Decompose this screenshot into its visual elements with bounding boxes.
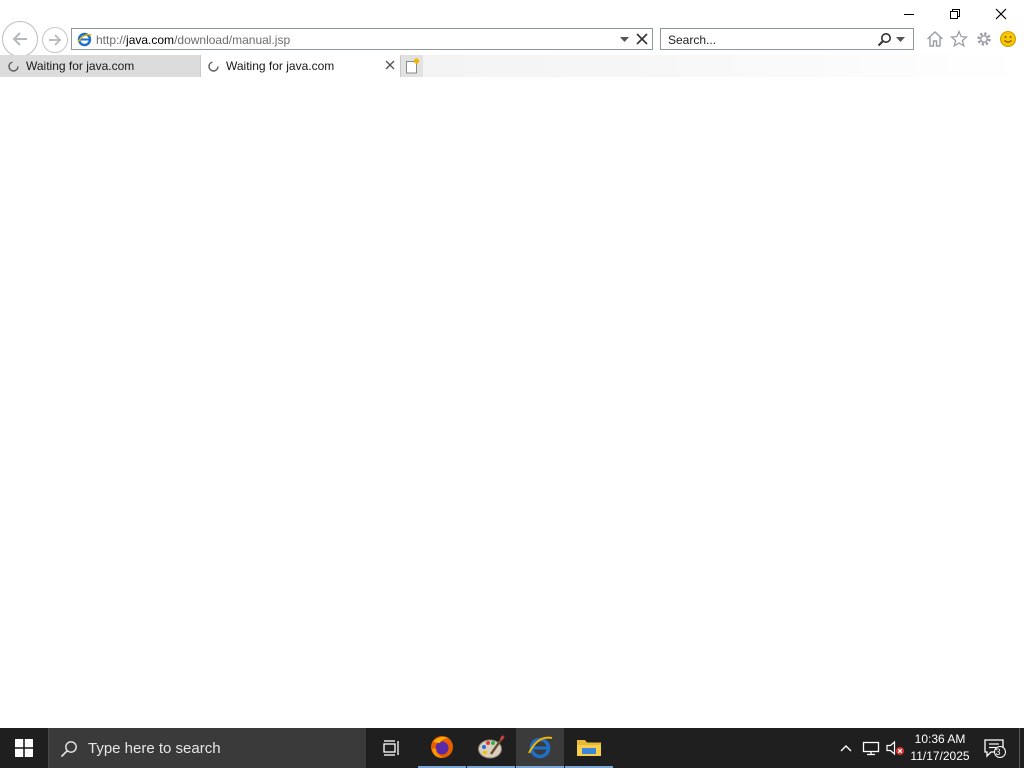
- tab-active[interactable]: Waiting for java.com: [201, 55, 401, 77]
- taskbar-app-paint[interactable]: [467, 728, 515, 768]
- task-view-button[interactable]: [368, 728, 416, 768]
- restore-button[interactable]: [932, 0, 978, 28]
- loading-spinner-icon: [8, 60, 19, 72]
- show-desktop-button[interactable]: [1019, 728, 1024, 768]
- address-path: /download/manual.jsp: [174, 33, 291, 47]
- task-view-icon: [383, 740, 399, 756]
- chevron-up-icon: [840, 745, 852, 752]
- minimize-button[interactable]: [886, 0, 932, 28]
- page-content-area[interactable]: [0, 77, 1024, 728]
- close-icon: [385, 60, 395, 70]
- search-dropdown-button[interactable]: [896, 37, 905, 43]
- forward-button[interactable]: [42, 27, 68, 53]
- ie-page-icon: [77, 32, 92, 47]
- restore-icon: [950, 9, 960, 19]
- network-button[interactable]: [860, 728, 882, 768]
- star-icon: [950, 30, 968, 48]
- new-tab-button[interactable]: [401, 55, 423, 77]
- tab-close-button[interactable]: [385, 60, 395, 70]
- show-hidden-icons-button[interactable]: [837, 728, 855, 768]
- firefox-icon: [431, 736, 453, 758]
- stop-x-icon: [636, 33, 648, 45]
- home-button[interactable]: [925, 29, 945, 49]
- taskbar-app-firefox[interactable]: [418, 728, 466, 768]
- address-bar[interactable]: http://java.com/download/manual.jsp: [71, 28, 653, 50]
- windows-logo-icon: [15, 739, 33, 757]
- volume-button[interactable]: [884, 728, 906, 768]
- action-center-button[interactable]: 3: [980, 728, 1010, 768]
- taskbar-app-internet-explorer[interactable]: [516, 728, 564, 768]
- chevron-down-icon: [896, 37, 905, 42]
- search-icon: [60, 741, 77, 758]
- favorites-button[interactable]: [949, 29, 969, 49]
- chevron-down-icon: [620, 37, 629, 42]
- close-icon: [995, 8, 1007, 20]
- search-button[interactable]: [877, 32, 892, 47]
- magnifier-icon: [877, 33, 891, 47]
- tools-button[interactable]: [974, 29, 994, 49]
- taskbar-clock[interactable]: 10:36 AM 11/17/2025: [906, 731, 974, 765]
- taskbar-search-box[interactable]: Type here to search: [48, 728, 366, 768]
- tab-label: Waiting for java.com: [26, 59, 135, 73]
- back-button[interactable]: [2, 21, 38, 57]
- back-arrow-icon: [12, 32, 27, 46]
- volume-muted-icon: [886, 740, 904, 756]
- forward-arrow-icon: [49, 34, 62, 46]
- loading-spinner-icon: [208, 60, 219, 72]
- smiley-icon: [1000, 31, 1016, 47]
- tab-label: Waiting for java.com: [226, 59, 335, 73]
- paint-palette-icon: [478, 735, 505, 759]
- new-tab-icon: [406, 58, 419, 74]
- start-button[interactable]: [0, 728, 48, 768]
- gear-icon: [977, 32, 991, 46]
- stop-button[interactable]: [636, 33, 648, 45]
- clock-time: 10:36 AM: [914, 732, 966, 746]
- clock-date: 11/17/2025: [910, 749, 970, 763]
- folder-icon: [577, 740, 601, 756]
- feedback-button[interactable]: [998, 29, 1018, 49]
- address-domain: java.com: [126, 33, 175, 47]
- network-icon: [862, 741, 880, 756]
- address-prefix: http://: [96, 33, 127, 47]
- taskbar: Type here to search 10:36 AM 11/17/2025 …: [0, 728, 1024, 768]
- home-icon: [927, 31, 943, 47]
- search-box[interactable]: Search...: [660, 28, 914, 50]
- minimize-icon: [904, 14, 914, 15]
- search-input[interactable]: Search...: [668, 33, 716, 47]
- internet-explorer-icon: [528, 736, 553, 759]
- close-button[interactable]: [978, 0, 1024, 28]
- taskbar-search-placeholder: Type here to search: [88, 740, 221, 757]
- tab-inactive[interactable]: Waiting for java.com: [0, 55, 201, 77]
- address-dropdown-button[interactable]: [620, 37, 629, 43]
- taskbar-app-file-explorer[interactable]: [565, 728, 613, 768]
- notification-count: 3: [995, 747, 1001, 757]
- window-caption-buttons: [886, 0, 1024, 28]
- address-text[interactable]: http://java.com/download/manual.jsp: [96, 33, 290, 47]
